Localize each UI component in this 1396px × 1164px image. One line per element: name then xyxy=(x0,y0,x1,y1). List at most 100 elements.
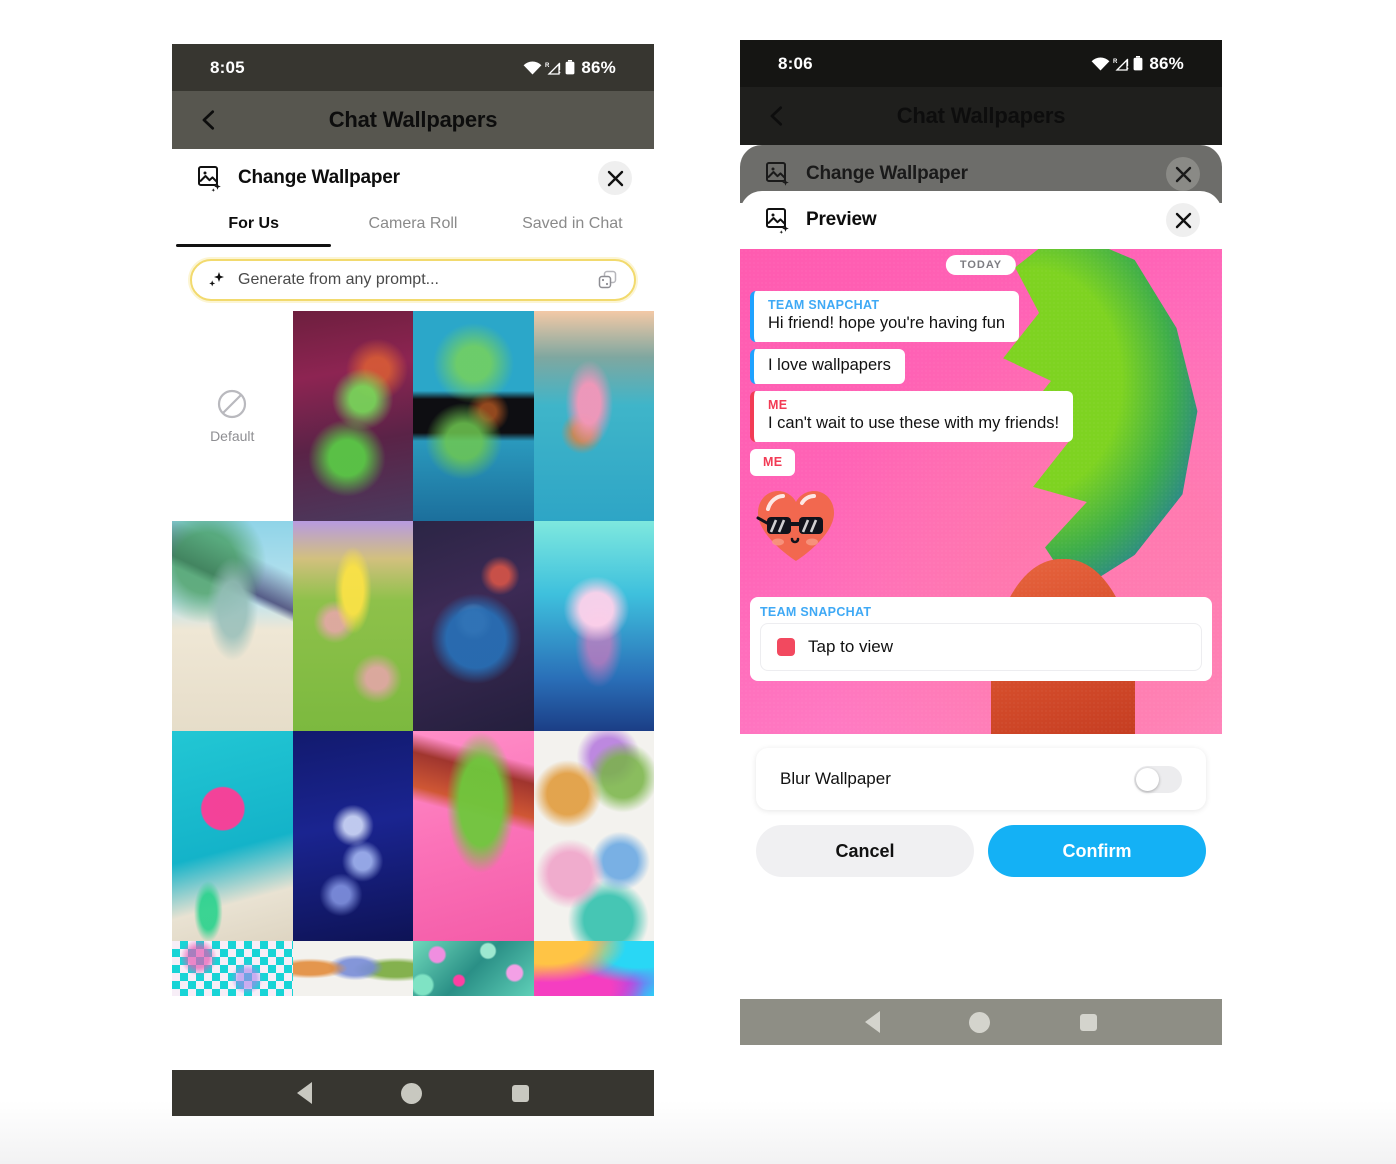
snap-tap-to-view-card[interactable]: TEAM SNAPCHAT Tap to view xyxy=(750,597,1212,681)
nav-home-icon[interactable] xyxy=(969,1011,991,1033)
wifi-icon xyxy=(523,61,542,75)
preview-close-button[interactable] xyxy=(1166,203,1200,237)
blur-wallpaper-row[interactable]: Blur Wallpaper xyxy=(756,748,1206,810)
wallpaper-thumb-tmnt-city[interactable] xyxy=(292,311,413,521)
right-android-nav-bar xyxy=(740,999,1222,1045)
prompt-placeholder: Generate from any prompt... xyxy=(238,271,439,288)
nav-home-icon[interactable] xyxy=(401,1082,423,1104)
wallpaper-sparkle-icon xyxy=(766,208,789,234)
tab-saved-in-chat[interactable]: Saved in Chat xyxy=(493,207,652,247)
status-time: 8:06 xyxy=(778,53,813,73)
preview-sheet-header: Preview xyxy=(740,191,1222,249)
back-chevron-icon[interactable] xyxy=(198,109,220,131)
wallpaper-preview: TODAY TEAM SNAPCHAT Hi friend! hope you'… xyxy=(740,249,1222,734)
page-title: Chat Wallpapers xyxy=(896,103,1066,128)
wallpaper-thumb-jellyfish-underwater[interactable] xyxy=(533,521,654,731)
cancel-button[interactable]: Cancel xyxy=(756,825,974,877)
status-time: 8:05 xyxy=(210,57,245,77)
close-icon xyxy=(1175,166,1191,182)
no-entry-icon xyxy=(218,389,247,419)
blur-wallpaper-toggle[interactable] xyxy=(1134,765,1182,793)
tab-label: Saved in Chat xyxy=(522,215,623,232)
blur-wallpaper-label: Blur Wallpaper xyxy=(780,769,891,788)
svg-text:R: R xyxy=(545,63,550,69)
close-icon xyxy=(1175,212,1191,228)
wallpaper-thumb-cat-doodles[interactable] xyxy=(533,731,654,941)
wallpaper-thumb-patrick-water[interactable] xyxy=(533,311,654,521)
status-battery-percent: 86% xyxy=(581,57,616,77)
bubble-text: I love wallpapers xyxy=(768,356,891,374)
nav-back-icon[interactable] xyxy=(296,1082,312,1104)
heart-sunglasses-sticker xyxy=(754,487,838,565)
close-button[interactable] xyxy=(598,161,632,195)
default-label: Default xyxy=(210,428,255,444)
wallpaper-thumb-pixel-checker[interactable] xyxy=(172,941,293,996)
sparkles-icon xyxy=(209,272,224,287)
left-status-bar: 8:05 R 86% xyxy=(172,44,654,91)
page-title: Chat Wallpapers xyxy=(328,107,498,132)
dice-copy-icon[interactable] xyxy=(598,270,618,290)
tab-camera-roll[interactable]: Camera Roll xyxy=(333,207,492,247)
wallpaper-default-cell[interactable]: Default xyxy=(172,311,293,521)
nav-back-icon[interactable] xyxy=(864,1011,880,1033)
change-wallpaper-sheet: Change Wallpaper For Us Camera Roll Save… xyxy=(172,149,654,1070)
wallpaper-thumb-chrome-charms[interactable] xyxy=(292,731,413,941)
wallpaper-sparkle-icon xyxy=(198,166,221,192)
screenshot-root: 8:05 R 86% Chat Wallpapers Change Wallpa… xyxy=(0,0,1396,1164)
bubble-text: I can't wait to use these with my friend… xyxy=(768,414,1060,432)
sheet-title: Change Wallpaper xyxy=(238,167,400,188)
confirm-button[interactable]: Confirm xyxy=(988,825,1206,877)
bubble-sender: TEAM SNAPCHAT xyxy=(760,605,872,619)
back-chevron-icon[interactable] xyxy=(766,105,788,127)
bubble-sender: ME xyxy=(763,455,783,469)
chat-bubbles: TEAM SNAPCHAT Hi friend! hope you're hav… xyxy=(750,291,1212,565)
tab-for-us[interactable]: For Us xyxy=(174,207,333,247)
wallpaper-thumb-hand-monstera-leaf[interactable] xyxy=(413,731,534,941)
dimmed-close-button xyxy=(1166,157,1200,191)
right-status-bar: 8:06 R 86% xyxy=(740,40,1222,87)
wallpaper-thumb-squidward-beach[interactable] xyxy=(172,521,293,731)
wallpaper-grid: Default xyxy=(172,311,654,996)
status-battery-percent: 86% xyxy=(1149,53,1184,73)
left-android-nav-bar xyxy=(172,1070,654,1116)
generate-prompt-input[interactable]: Generate from any prompt... xyxy=(190,259,636,301)
cell-signal-icon: R xyxy=(545,62,561,75)
right-phone-screen: 8:06 R 86% Chat Wallpapers Change Wallpa… xyxy=(740,40,1222,1045)
left-app-bar: Chat Wallpapers xyxy=(172,91,654,149)
status-icons: R xyxy=(1091,56,1143,71)
bubble-sender: ME xyxy=(768,398,788,412)
preview-actions-panel: Blur Wallpaper Cancel Confirm xyxy=(740,734,1222,999)
wallpaper-thumb-floral-pattern[interactable] xyxy=(413,941,534,996)
prompt-bar-wrap: Generate from any prompt... xyxy=(172,247,654,311)
date-chip: TODAY xyxy=(945,255,1017,275)
wallpaper-thumb-tmnt-map[interactable] xyxy=(413,311,534,521)
action-buttons: Cancel Confirm xyxy=(756,810,1206,877)
bubble-text: Hi friend! hope you're having fun xyxy=(768,314,1006,332)
status-icons: R xyxy=(523,60,575,75)
preview-sheet: Preview TODAY TEAM SNAPCHAT Hi friend! h… xyxy=(740,191,1222,999)
toggle-knob xyxy=(1136,767,1159,791)
left-phone-screen: 8:05 R 86% Chat Wallpapers Change Wallpa… xyxy=(172,44,654,1116)
wallpaper-thumb-dog-doodles[interactable] xyxy=(292,941,413,996)
tab-label: Camera Roll xyxy=(368,215,458,232)
cell-signal-icon: R xyxy=(1113,58,1129,71)
wifi-icon xyxy=(1091,57,1110,71)
tab-label: For Us xyxy=(228,215,279,232)
wallpaper-sparkle-icon xyxy=(766,162,789,186)
nav-recents-icon[interactable] xyxy=(1080,1013,1098,1031)
chat-bubble: I love wallpapers xyxy=(750,349,905,384)
chat-bubble: ME I can't wait to use these with my fri… xyxy=(750,391,1074,442)
nav-recents-icon[interactable] xyxy=(512,1084,530,1102)
wallpaper-tabs: For Us Camera Roll Saved in Chat xyxy=(172,207,654,247)
dimmed-sheet-title: Change Wallpaper xyxy=(806,163,968,184)
chat-bubble: TEAM SNAPCHAT Hi friend! hope you're hav… xyxy=(750,291,1020,342)
wallpaper-thumb-flamingo-pool[interactable] xyxy=(172,731,293,941)
wallpaper-thumb-astronaut-earth[interactable] xyxy=(413,521,534,731)
svg-text:R: R xyxy=(1113,59,1118,65)
chat-bubble: ME xyxy=(750,449,796,476)
preview-title: Preview xyxy=(806,209,877,230)
wallpaper-thumb-spongebob-hill[interactable] xyxy=(292,521,413,731)
close-icon xyxy=(607,170,623,186)
wallpaper-thumb-gradient-blur[interactable] xyxy=(533,941,654,996)
snap-status-square-icon xyxy=(777,638,795,656)
